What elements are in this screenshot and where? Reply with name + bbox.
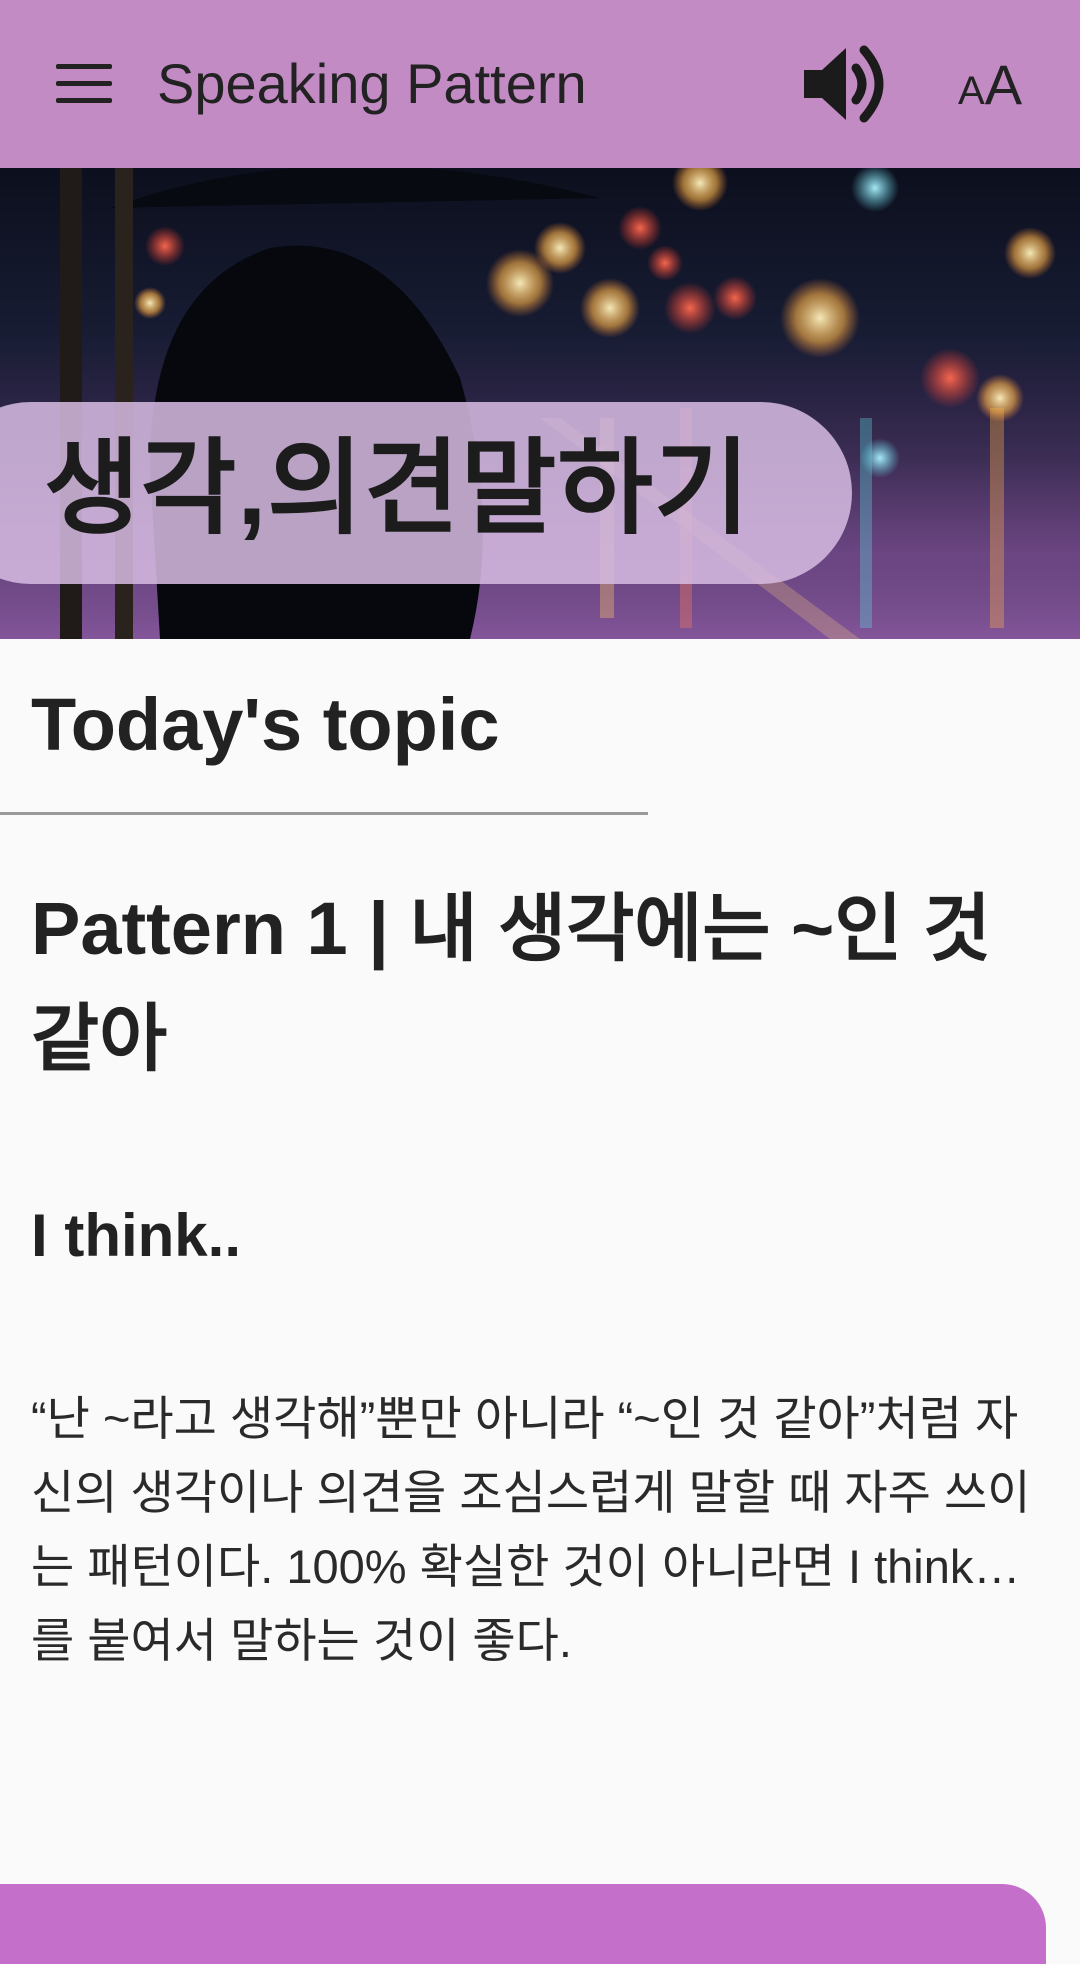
font-size-icon[interactable]: AA	[958, 52, 1038, 116]
volume-icon[interactable]	[800, 40, 890, 128]
menu-icon[interactable]	[56, 64, 112, 104]
app-title: Speaking Pattern	[157, 52, 587, 115]
pattern-title: Pattern 1 | 내 생각에는 ~인 것 같아	[31, 887, 991, 1080]
font-size-large-label: A	[984, 53, 1023, 116]
app-bar: Speaking Pattern AA	[0, 0, 1080, 168]
pattern-english: I think..	[31, 1202, 241, 1269]
pattern-description: “난 ~라고 생각해”뿐만 아니라 “~인 것 같아”처럼 자신의 생각이나 의…	[31, 1392, 1031, 1667]
section-heading: Today's topic	[31, 683, 500, 766]
divider	[0, 812, 648, 815]
bottom-bar[interactable]	[0, 1884, 1046, 1964]
hero-banner: 생각,의견말하기	[0, 168, 1080, 639]
hero-title: 생각,의견말하기	[44, 431, 751, 547]
font-size-small-label: A	[958, 69, 985, 113]
